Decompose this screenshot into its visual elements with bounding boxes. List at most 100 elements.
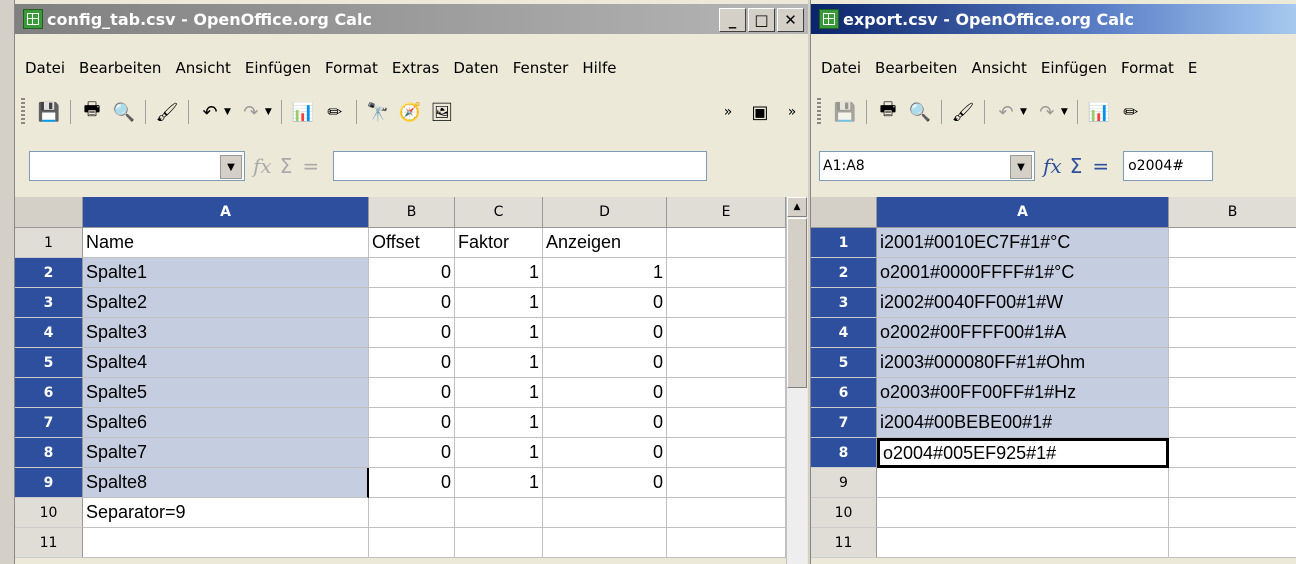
cell-b[interactable]: 0	[369, 348, 455, 378]
cell-d[interactable]: Anzeigen	[543, 228, 667, 258]
cell-b[interactable]	[1169, 528, 1296, 558]
cell-a[interactable]: Spalte4	[83, 348, 369, 378]
title-bar[interactable]: export.csv - OpenOffice.org Calc	[811, 4, 1296, 34]
chevron-down-icon[interactable]: ▼	[220, 155, 242, 179]
cell-a[interactable]: Spalte6	[83, 408, 369, 438]
chevron-down-icon[interactable]: ▼	[1010, 155, 1032, 179]
column-header-a[interactable]: A	[83, 197, 369, 228]
menu-daten[interactable]: Daten	[453, 59, 498, 77]
row-header[interactable]: 6	[15, 378, 83, 408]
column-header-b[interactable]: B	[369, 197, 455, 228]
row-header[interactable]: 11	[811, 528, 877, 558]
draw-functions-icon[interactable]: ✏	[1117, 98, 1145, 126]
function-wizard-icon[interactable]: fx	[253, 154, 272, 178]
format-paintbrush-icon[interactable]: 🖌	[153, 98, 181, 126]
cell-c[interactable]: Faktor	[455, 228, 543, 258]
row-header[interactable]: 3	[811, 288, 877, 318]
menu-bearbeiten[interactable]: Bearbeiten	[875, 59, 957, 77]
cell-c[interactable]: 1	[455, 468, 543, 498]
undo-dropdown-icon[interactable]: ▼	[224, 107, 231, 117]
cell-d[interactable]: 0	[543, 348, 667, 378]
menu-ansicht[interactable]: Ansicht	[971, 59, 1026, 77]
cell-c[interactable]: 1	[455, 438, 543, 468]
row-header[interactable]: 1	[811, 228, 877, 258]
cell-e[interactable]	[667, 228, 786, 258]
cell-b[interactable]: 0	[369, 408, 455, 438]
cell-a[interactable]: o2003#00FF00FF#1#Hz	[877, 378, 1169, 408]
cell-a[interactable]: Spalte5	[83, 378, 369, 408]
column-header-e[interactable]: E	[667, 197, 786, 228]
undo-icon[interactable]: ↶	[992, 98, 1020, 126]
cell-b[interactable]	[1169, 228, 1296, 258]
menu-ansicht[interactable]: Ansicht	[175, 59, 230, 77]
row-header[interactable]: 9	[811, 468, 877, 498]
cell-d[interactable]: 0	[543, 288, 667, 318]
cell-b[interactable]	[1169, 318, 1296, 348]
toolbar-grip[interactable]	[817, 98, 821, 126]
row-header[interactable]: 9	[15, 468, 83, 498]
menu-bearbeiten[interactable]: Bearbeiten	[79, 59, 161, 77]
row-header[interactable]: 11	[15, 528, 83, 558]
cell-b[interactable]	[369, 498, 455, 528]
cell-e[interactable]	[667, 348, 786, 378]
row-header[interactable]: 4	[811, 318, 877, 348]
print-preview-icon[interactable]: 🔍	[110, 98, 138, 126]
menu-einfuegen[interactable]: Einfügen	[245, 59, 311, 77]
vertical-scrollbar[interactable]: ▲	[786, 197, 807, 564]
redo-dropdown-icon[interactable]: ▼	[1061, 107, 1068, 117]
cell-b[interactable]	[1169, 348, 1296, 378]
cell-a[interactable]: i2003#000080FF#1#Ohm	[877, 348, 1169, 378]
undo-dropdown-icon[interactable]: ▼	[1020, 107, 1027, 117]
draw-functions-icon[interactable]: ✏	[321, 98, 349, 126]
menu-extras[interactable]: Extras	[392, 59, 439, 77]
cell-d[interactable]	[543, 528, 667, 558]
cell-e[interactable]	[667, 408, 786, 438]
cell-e[interactable]	[667, 468, 786, 498]
row-header[interactable]: 7	[15, 408, 83, 438]
menu-datei[interactable]: Datei	[821, 59, 861, 77]
cell-e[interactable]	[667, 318, 786, 348]
cell-a[interactable]: i2004#00BEBE00#1#	[877, 408, 1169, 438]
cell-c[interactable]	[455, 528, 543, 558]
column-header-a[interactable]: A	[877, 197, 1169, 228]
cell-c[interactable]: 1	[455, 318, 543, 348]
redo-icon[interactable]: ↷	[237, 98, 265, 126]
maximize-button[interactable]: □	[748, 8, 775, 32]
cell-a[interactable]	[877, 498, 1169, 528]
scroll-thumb[interactable]	[787, 218, 807, 388]
gallery-icon[interactable]: 🖼	[428, 98, 456, 126]
row-header[interactable]: 2	[15, 258, 83, 288]
cell-b[interactable]	[369, 528, 455, 558]
cell-b[interactable]	[1169, 408, 1296, 438]
column-header-b[interactable]: B	[1169, 197, 1296, 228]
row-header[interactable]: 7	[811, 408, 877, 438]
cell-a[interactable]: o2001#0000FFFF#1#°C	[877, 258, 1169, 288]
cell-c[interactable]	[455, 498, 543, 528]
column-header-c[interactable]: C	[455, 197, 543, 228]
toolbar-overflow-2-icon[interactable]: »	[778, 98, 806, 126]
undo-icon[interactable]: ↶	[196, 98, 224, 126]
save-icon[interactable]: 💾	[831, 98, 859, 126]
cell-e[interactable]	[667, 258, 786, 288]
cell-c[interactable]: 1	[455, 258, 543, 288]
cell-a[interactable]: Name	[83, 228, 369, 258]
cell-d[interactable]: 0	[543, 378, 667, 408]
cell-d[interactable]: 0	[543, 438, 667, 468]
cell-a[interactable]: Spalte3	[83, 318, 369, 348]
cell-b[interactable]: 0	[369, 468, 455, 498]
toolbar-grip[interactable]	[21, 98, 25, 126]
cell-c[interactable]: 1	[455, 288, 543, 318]
cell-a[interactable]	[877, 468, 1169, 498]
menu-format[interactable]: Format	[325, 59, 378, 77]
menu-datei[interactable]: Datei	[25, 59, 65, 77]
redo-icon[interactable]: ↷	[1033, 98, 1061, 126]
row-header[interactable]: 8	[15, 438, 83, 468]
row-header[interactable]: 4	[15, 318, 83, 348]
chart-icon[interactable]: 📊	[289, 98, 317, 126]
save-icon[interactable]: 💾	[35, 98, 63, 126]
scroll-up-icon[interactable]: ▲	[787, 197, 807, 217]
menu-fenster[interactable]: Fenster	[513, 59, 569, 77]
select-all-corner[interactable]	[811, 197, 877, 228]
cell-c[interactable]: 1	[455, 378, 543, 408]
minimize-button[interactable]: _	[719, 8, 746, 32]
